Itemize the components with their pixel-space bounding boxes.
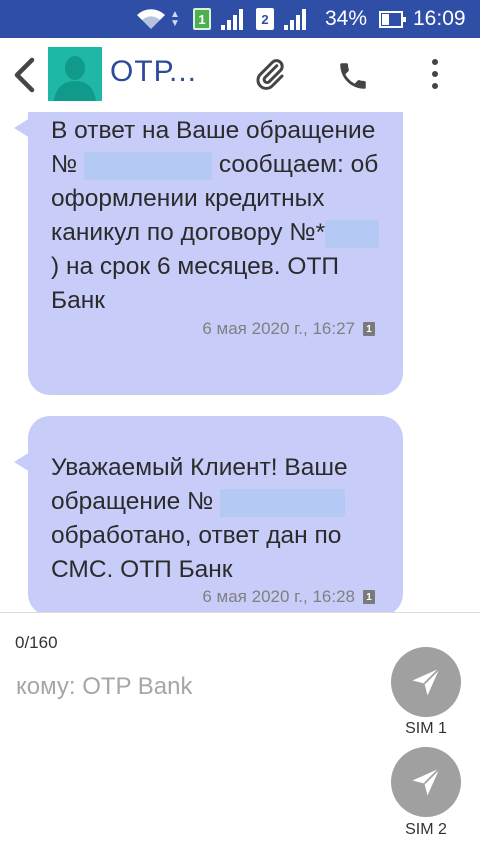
send-sim2-label: SIM 2 [405, 821, 447, 838]
sim-indicator-icon: 1 [363, 590, 375, 604]
message-timestamp: 6 мая 2020 г., 16:27 [202, 319, 355, 338]
call-button[interactable] [333, 56, 373, 96]
message-meta: 6 мая 2020 г., 16:28 1 [202, 587, 375, 607]
more-icon[interactable] [420, 54, 450, 94]
back-button[interactable] [8, 55, 40, 95]
contact-avatar[interactable] [48, 47, 102, 101]
message-text: Уважаемый Клиент! Ваше обращение № обраб… [51, 454, 348, 583]
sim2-icon: 2 [256, 8, 274, 30]
message-input[interactable] [16, 669, 376, 705]
contact-name[interactable]: ОТР... [110, 55, 197, 89]
signal-icon [220, 0, 246, 38]
composer: 0/160 SIM 1 SIM 2 [0, 613, 480, 854]
send-icon [412, 767, 441, 796]
app-bar: ОТР... [0, 38, 480, 112]
redacted-number [325, 219, 380, 248]
send-sim2-button[interactable] [391, 747, 461, 817]
back-icon [14, 57, 35, 93]
data-arrows-icon: ▲ ▼ [170, 9, 180, 29]
message-meta: 6 мая 2020 г., 16:27 1 [202, 319, 375, 339]
sim1-icon: 1 [193, 8, 211, 30]
message-text: В ответ на Ваше обращение № сообщаем: об… [51, 117, 380, 314]
signal-icon [283, 0, 309, 38]
clock: 16:09 [413, 7, 466, 30]
send-sim1-label: SIM 1 [405, 720, 447, 737]
sim-indicator-icon: 1 [363, 322, 375, 336]
call-icon [340, 63, 366, 89]
attach-button[interactable] [250, 54, 290, 94]
redacted-number [84, 151, 213, 180]
message-thread[interactable]: В ответ на Ваше обращение № сообщаем: об… [0, 112, 480, 612]
send-sim1-button[interactable] [391, 647, 461, 717]
redacted-number [220, 488, 346, 517]
person-icon [54, 56, 96, 101]
battery-percent: 34% [325, 7, 368, 30]
message-bubble[interactable]: Уважаемый Клиент! Ваше обращение № обраб… [14, 416, 403, 612]
status-bar: ▲ ▼ 1 2 34% 16:09 [0, 0, 480, 38]
send-icon [412, 667, 441, 696]
char-counter: 0/160 [15, 633, 58, 652]
message-timestamp: 6 мая 2020 г., 16:28 [202, 587, 355, 606]
message-bubble[interactable]: В ответ на Ваше обращение № сообщаем: об… [14, 112, 403, 395]
attach-icon [256, 59, 284, 90]
wifi-icon [136, 0, 166, 38]
battery-icon [379, 10, 406, 28]
